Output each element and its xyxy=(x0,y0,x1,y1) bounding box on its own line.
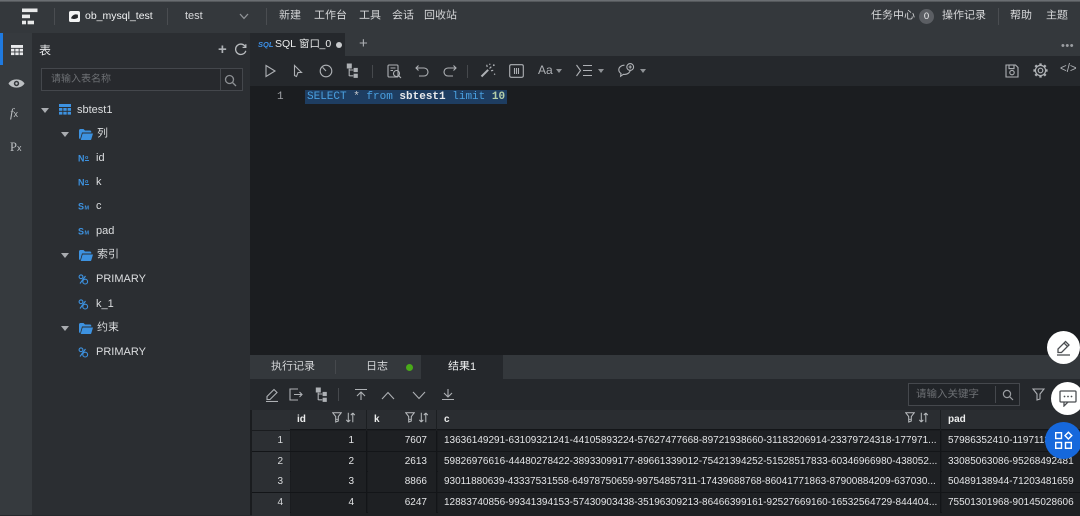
svg-text:N: N xyxy=(78,178,85,188)
svg-text:S: S xyxy=(78,202,84,212)
svg-text:N: N xyxy=(78,153,85,163)
svg-text:M: M xyxy=(85,230,90,236)
svg-text:S: S xyxy=(78,226,84,236)
svg-text:M: M xyxy=(85,206,90,212)
